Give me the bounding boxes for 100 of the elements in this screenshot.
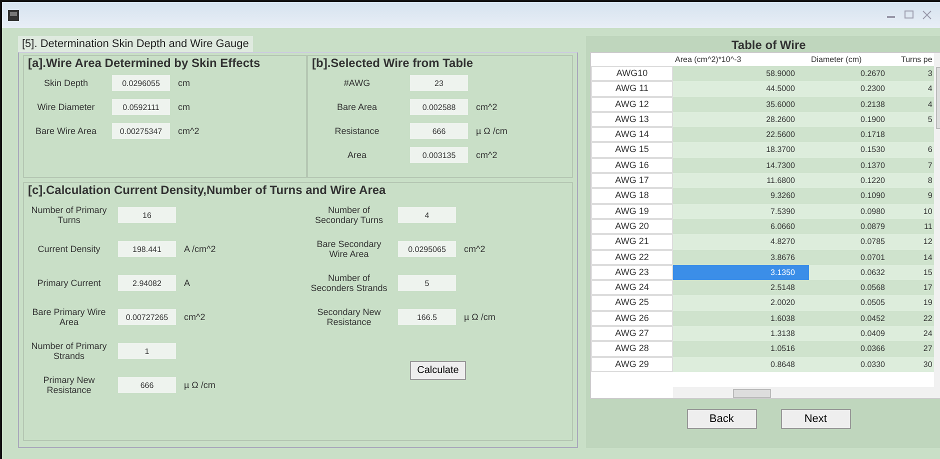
- row-header[interactable]: AWG 18: [591, 188, 673, 204]
- row-header[interactable]: AWG 13: [591, 112, 673, 128]
- table-cell[interactable]: 6: [899, 142, 934, 158]
- table-cell[interactable]: 12: [899, 234, 934, 250]
- input-field[interactable]: 0.003135: [410, 147, 468, 163]
- table-cell[interactable]: 0.1530: [809, 142, 899, 158]
- table-cell[interactable]: 11: [899, 218, 934, 234]
- column-header[interactable]: Diameter (cm): [809, 55, 899, 64]
- table-cell[interactable]: 2.5148: [673, 280, 809, 296]
- row-header[interactable]: AWG 20: [591, 218, 673, 234]
- table-cell[interactable]: 0.0452: [809, 310, 899, 326]
- table-cell[interactable]: 0.1900: [809, 112, 899, 128]
- row-header[interactable]: AWG 26: [591, 310, 673, 326]
- nav-button[interactable]: Next: [780, 409, 851, 429]
- table-cell[interactable]: 3.8676: [673, 250, 809, 265]
- input-field[interactable]: 166.5: [398, 309, 456, 325]
- table-cell[interactable]: 0.0701: [809, 250, 899, 265]
- calculate-button[interactable]: Calculate: [410, 361, 466, 380]
- table-cell[interactable]: 18.3700: [673, 142, 809, 158]
- table-cell[interactable]: 22.5600: [673, 127, 809, 142]
- table-cell[interactable]: 4: [899, 96, 934, 112]
- input-field[interactable]: 0.00727265: [118, 309, 176, 325]
- table-cell[interactable]: 0.0505: [809, 295, 899, 311]
- table-cell[interactable]: 11.6800: [673, 173, 809, 188]
- table-cell[interactable]: 0.2300: [809, 81, 899, 97]
- row-header[interactable]: AWG 19: [591, 204, 673, 219]
- table-cell[interactable]: 9: [899, 188, 934, 204]
- table-cell[interactable]: 15: [899, 264, 934, 280]
- row-header[interactable]: AWG 12: [591, 96, 673, 112]
- table-cell[interactable]: 0.0632: [809, 264, 899, 280]
- row-header[interactable]: AWG 11: [591, 81, 673, 97]
- table-cell[interactable]: 35.6000: [673, 96, 809, 112]
- nav-button[interactable]: Back: [686, 409, 757, 429]
- table-cell[interactable]: 14: [899, 250, 934, 265]
- input-field[interactable]: 0.0295065: [398, 241, 456, 257]
- close-icon[interactable]: [920, 10, 934, 20]
- table-cell[interactable]: 19: [899, 295, 934, 311]
- input-field[interactable]: 0.00275347: [112, 123, 170, 139]
- input-field[interactable]: 1: [118, 343, 176, 359]
- table-cell[interactable]: 4.8270: [673, 234, 809, 250]
- table-cell[interactable]: 1.6038: [673, 310, 809, 326]
- row-header[interactable]: AWG 17: [591, 173, 673, 188]
- maximize-icon[interactable]: [902, 10, 916, 20]
- table-cell[interactable]: 9.3260: [673, 188, 809, 204]
- table-cell[interactable]: 30: [899, 356, 934, 372]
- table-cell[interactable]: 44.5000: [673, 81, 809, 97]
- row-header[interactable]: AWG 27: [591, 326, 673, 342]
- table-cell[interactable]: 7: [899, 158, 934, 174]
- input-field[interactable]: 4: [398, 207, 456, 223]
- table-cell[interactable]: 0.0980: [809, 204, 899, 219]
- table-cell[interactable]: 5: [899, 112, 934, 128]
- input-field[interactable]: 23: [410, 75, 468, 91]
- input-field[interactable]: 0.0592111: [112, 99, 170, 115]
- table-cell[interactable]: 4: [899, 81, 934, 97]
- table-cell[interactable]: 0.0330: [809, 356, 899, 372]
- input-field[interactable]: 666: [410, 123, 468, 139]
- table-cell[interactable]: 10: [899, 204, 934, 219]
- table-cell[interactable]: 0.0568: [809, 280, 899, 296]
- row-header[interactable]: AWG 28: [591, 341, 673, 357]
- input-field[interactable]: 0.002588: [410, 99, 468, 115]
- table-cell[interactable]: 0.2670: [809, 66, 899, 82]
- row-header[interactable]: AWG 29: [591, 356, 673, 372]
- table-cell[interactable]: 3: [899, 66, 934, 82]
- input-field[interactable]: 2.94082: [118, 275, 176, 291]
- column-header[interactable]: Turns pe: [899, 55, 934, 64]
- row-header[interactable]: AWG10: [591, 66, 673, 82]
- row-header[interactable]: AWG 23: [591, 264, 673, 280]
- table-cell[interactable]: 0.8648: [673, 356, 809, 372]
- table-cell[interactable]: 17: [899, 280, 934, 296]
- table-cell[interactable]: 7.5390: [673, 204, 809, 219]
- table-cell[interactable]: 0.0785: [809, 234, 899, 250]
- table-cell[interactable]: 1.0516: [673, 341, 809, 357]
- input-field[interactable]: 0.0296055: [112, 75, 170, 91]
- table-cell[interactable]: 0.1370: [809, 158, 899, 174]
- table-cell[interactable]: 1.3138: [673, 326, 809, 342]
- table-cell[interactable]: 28.2600: [673, 112, 809, 128]
- input-field[interactable]: 198.441: [118, 241, 176, 257]
- horizontal-scrollbar[interactable]: [673, 387, 934, 398]
- row-header[interactable]: AWG 14: [591, 127, 673, 142]
- table-cell[interactable]: 0.0366: [809, 341, 899, 357]
- row-header[interactable]: AWG 21: [591, 234, 673, 250]
- table-cell[interactable]: 0.1718: [809, 127, 899, 142]
- table-cell[interactable]: 22: [899, 310, 934, 326]
- table-cell[interactable]: 2.0020: [673, 295, 809, 311]
- row-header[interactable]: AWG 15: [591, 142, 673, 158]
- row-header[interactable]: AWG 16: [591, 158, 673, 174]
- table-cell[interactable]: 27: [899, 341, 934, 357]
- input-field[interactable]: 16: [118, 207, 176, 223]
- table-cell[interactable]: 0.0879: [809, 218, 899, 234]
- table-cell[interactable]: 0.1220: [809, 173, 899, 188]
- table-cell[interactable]: 0.2138: [809, 96, 899, 112]
- table-cell[interactable]: 8: [899, 173, 934, 188]
- table-cell[interactable]: 58.9000: [673, 66, 809, 82]
- column-header[interactable]: Area (cm^2)*10^-3: [673, 55, 809, 64]
- table-cell[interactable]: 6.0660: [673, 218, 809, 234]
- row-header[interactable]: AWG 24: [591, 280, 673, 296]
- row-header[interactable]: AWG 25: [591, 295, 673, 311]
- input-field[interactable]: 5: [398, 275, 456, 291]
- table-cell[interactable]: 24: [899, 326, 934, 342]
- input-field[interactable]: 666: [118, 377, 176, 393]
